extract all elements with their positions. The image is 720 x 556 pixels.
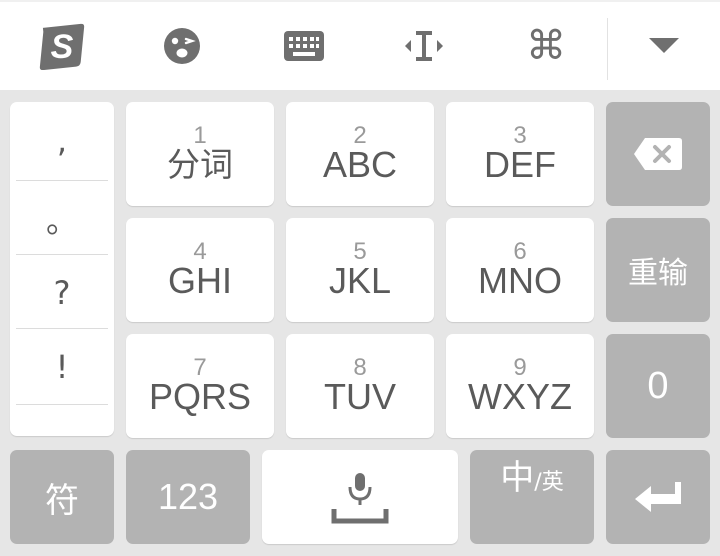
space-voice-button[interactable] — [262, 450, 458, 544]
backspace-button[interactable] — [606, 102, 710, 206]
key-label: WXYZ — [468, 376, 572, 417]
command-icon: ⌘ — [526, 23, 566, 69]
symbols-button[interactable]: 符 — [10, 450, 114, 544]
numbers-button[interactable]: 123 — [126, 450, 250, 544]
retype-button[interactable]: 重输 — [606, 218, 710, 322]
keyboard-icon — [284, 31, 324, 61]
punctuation-list: , 。 ? ! — [10, 102, 114, 436]
divider — [16, 328, 108, 329]
emoji-icon — [164, 28, 200, 64]
toolbar-divider — [607, 18, 608, 80]
keyboard-switch-button[interactable] — [262, 2, 346, 90]
punct-question[interactable]: ? — [16, 256, 108, 330]
key-label: 0 — [647, 364, 669, 407]
enter-button[interactable] — [606, 450, 710, 544]
lang-alt-label: 英 — [541, 470, 564, 495]
key-2-abc[interactable]: 2 ABC — [286, 102, 434, 206]
cursor-move-button[interactable] — [382, 2, 466, 90]
key-label: JKL — [328, 260, 392, 301]
key-label: MNO — [478, 260, 562, 301]
divider — [16, 404, 108, 405]
microphone-icon — [331, 473, 389, 524]
keyboard-panel: , 。 ? ! 1 分词 2 ABC 3 DEF 4 GHI 5 JKL 6 M… — [0, 90, 720, 556]
key-label: DEF — [484, 144, 556, 185]
punct-period[interactable]: 。 — [16, 182, 108, 256]
punct-exclamation[interactable]: ! — [16, 330, 108, 404]
symbols-label: 符 — [45, 480, 79, 521]
retype-label: 重输 — [628, 256, 688, 291]
key-6-mno[interactable]: 6 MNO — [446, 218, 594, 322]
lang-main-label: 中 — [500, 458, 535, 498]
key-0[interactable]: 0 — [606, 334, 710, 438]
numbers-label: 123 — [157, 476, 219, 517]
sogou-logo-icon: S — [39, 23, 85, 70]
collapse-keyboard-button[interactable] — [622, 2, 706, 90]
backspace-icon — [634, 138, 682, 170]
cursor-move-icon — [405, 31, 443, 61]
key-label: ABC — [322, 144, 398, 185]
key-7-pqrs[interactable]: 7 PQRS — [126, 334, 274, 438]
divider — [16, 180, 108, 181]
emoji-button[interactable] — [140, 2, 224, 90]
key-3-def[interactable]: 3 DEF — [446, 102, 594, 206]
key-label: TUV — [324, 376, 396, 417]
key-9-wxyz[interactable]: 9 WXYZ — [446, 334, 594, 438]
key-5-jkl[interactable]: 5 JKL — [286, 218, 434, 322]
language-switch-button[interactable]: 中 / 英 — [470, 450, 594, 544]
sogou-logo-letter: S — [51, 28, 74, 66]
key-4-ghi[interactable]: 4 GHI — [126, 218, 274, 322]
sogou-logo-button[interactable]: S — [20, 2, 104, 90]
key-8-tuv[interactable]: 8 TUV — [286, 334, 434, 438]
collapse-icon — [649, 38, 679, 53]
enter-icon — [635, 482, 681, 512]
lang-sep-label: / — [534, 470, 542, 495]
toolbar: S ⌘ — [0, 0, 720, 90]
key-1-segment[interactable]: 1 分词 — [126, 102, 274, 206]
divider — [16, 254, 108, 255]
key-label: GHI — [167, 260, 232, 301]
punct-comma[interactable]: , — [16, 104, 108, 178]
key-label: PQRS — [148, 376, 252, 417]
key-label: 分词 — [167, 145, 233, 184]
command-button[interactable]: ⌘ — [504, 2, 588, 90]
